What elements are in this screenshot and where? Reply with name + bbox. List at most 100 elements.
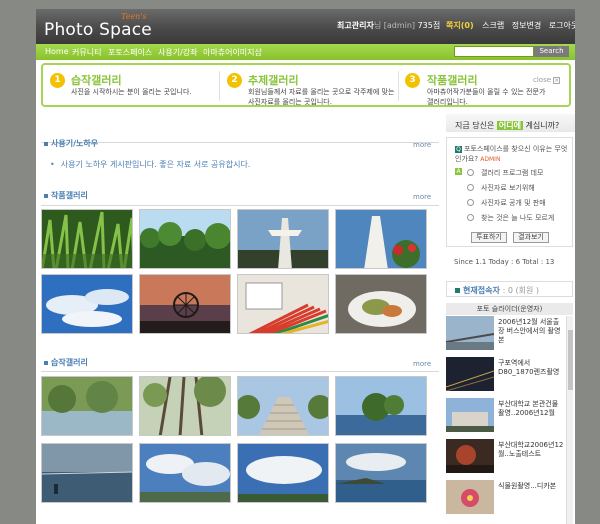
promo-number-1: 1 bbox=[50, 73, 65, 88]
photo-grass-image bbox=[42, 210, 132, 268]
photo-sea-image bbox=[42, 444, 132, 502]
note-link[interactable]: 쪽지(0) bbox=[446, 21, 474, 30]
site-logo[interactable]: Photo Space bbox=[44, 20, 152, 40]
nav-item-photospace[interactable]: 포토스페이스 bbox=[108, 47, 152, 58]
gallery2-photo-sky2[interactable] bbox=[237, 443, 329, 503]
slider-caption: 2006년12월 서울출장 버스안에서의 촬영본 bbox=[498, 318, 561, 344]
gallery2-photo-clouds[interactable] bbox=[139, 443, 231, 503]
promo-divider bbox=[398, 71, 399, 101]
user-info: 최고관리자님 [admin] 735점 bbox=[337, 20, 440, 31]
slider-caption: 부산대학교2006년12월..노출테스트 bbox=[498, 441, 564, 458]
usage-notice[interactable]: • 사용기 노하우 게시판입니다. 좋은 자료 서로 공유합시다. bbox=[50, 159, 250, 170]
promo-number-3: 3 bbox=[405, 73, 420, 88]
question-suffix: 계십니까? bbox=[525, 121, 560, 130]
gallery2-photo-island[interactable] bbox=[335, 376, 427, 436]
user-suffix: 님 [admin] bbox=[373, 21, 416, 30]
photo-river-image bbox=[42, 377, 132, 435]
gallery1-photo-tower2[interactable] bbox=[335, 209, 427, 269]
user-points: 735점 bbox=[417, 21, 441, 30]
vote-button[interactable]: 투표하기 bbox=[471, 232, 507, 243]
photo-sky2-image bbox=[238, 444, 328, 502]
question-highlight[interactable]: 어디에 bbox=[496, 121, 523, 130]
slider-image bbox=[446, 316, 494, 350]
user-name: 최고관리자 bbox=[337, 21, 374, 30]
search-input[interactable] bbox=[454, 46, 534, 57]
gallery1-photo-ferris[interactable] bbox=[139, 274, 231, 334]
nav-item-imageshop[interactable]: 아마츄어이미지샵 bbox=[203, 47, 262, 58]
radio-icon[interactable] bbox=[467, 214, 474, 221]
logout-link[interactable]: 로그아웃 bbox=[549, 21, 575, 30]
current-users-box: 현재접속자 : 0 (회원 ) bbox=[446, 281, 573, 297]
slider-item[interactable]: 부산대학교2006년12월..노출테스트 bbox=[446, 439, 564, 473]
nav-item-community[interactable]: 커뮤니티 bbox=[72, 47, 101, 58]
slider-image bbox=[446, 398, 494, 432]
slider-item[interactable]: 2006년12월 서울출장 버스안에서의 촬영본 bbox=[446, 316, 564, 350]
poll-option-label: 사진자료 공개 및 판매 bbox=[481, 199, 546, 207]
poll-result-button[interactable]: 결과보기 bbox=[513, 232, 549, 243]
slider-item[interactable]: 부산대학교 본관건물촬영..2006년12월 bbox=[446, 398, 564, 432]
gallery1-photo-tower[interactable] bbox=[237, 209, 329, 269]
slider-image bbox=[446, 439, 494, 473]
poll-option-3[interactable]: 사진자료 공개 및 판매 bbox=[467, 198, 546, 208]
search-button[interactable]: Search bbox=[534, 46, 569, 57]
gallery2-photo-stairs[interactable] bbox=[237, 376, 329, 436]
close-icon: × bbox=[553, 77, 561, 84]
scrap-link[interactable]: 스크랩 bbox=[482, 21, 504, 30]
promo-title-3[interactable]: 작품갤러리 bbox=[427, 72, 478, 88]
poll-option-4[interactable]: 찾는 것은 늘 나도 모르게 bbox=[467, 213, 554, 223]
section-divider bbox=[41, 371, 439, 372]
scrollbar-thumb[interactable] bbox=[568, 330, 573, 390]
usage-notice-text: 사용기 노하우 게시판입니다. 좋은 자료 서로 공유합시다. bbox=[60, 160, 251, 169]
slider-scrollbar[interactable] bbox=[566, 316, 573, 524]
gallery2-photo-sea[interactable] bbox=[41, 443, 133, 503]
poll-option-label: 갤러리 프로그램 데모 bbox=[481, 169, 544, 177]
poll-option-label: 사진자료 보기위해 bbox=[481, 184, 535, 192]
poll-option-2[interactable]: 사진자료 보기위해 bbox=[467, 183, 535, 193]
promo-title-1[interactable]: 습작갤러리 bbox=[71, 72, 122, 88]
promo-close-button[interactable]: close × bbox=[533, 76, 561, 84]
photo-food-image bbox=[336, 275, 426, 333]
slider-item[interactable]: 구포역에서 D80_1870렌즈촬영 bbox=[446, 357, 564, 391]
radio-icon[interactable] bbox=[467, 169, 474, 176]
photo-slider-list: 2006년12월 서울출장 버스안에서의 촬영본 구포역에서 D80_1870렌… bbox=[446, 316, 566, 524]
usage-section-title[interactable]: 사용기/노하우 bbox=[44, 138, 98, 149]
gallery2-photo-river[interactable] bbox=[41, 376, 133, 436]
poll-option-1[interactable]: 갤러리 프로그램 데모 bbox=[467, 168, 543, 178]
promo-desc-3: 아마츄어작가분들이 올릴 수 있는 전문가갤러리입니다. bbox=[427, 88, 546, 106]
gallery2-title[interactable]: 습작갤러리 bbox=[44, 357, 88, 368]
header: Teen's Photo Space 최고관리자님 [admin] 735점 쪽… bbox=[36, 9, 575, 44]
photo-slider-header: 포토 슬라이더(운영자) bbox=[446, 303, 573, 315]
current-users-count: : 0 (회원 ) bbox=[502, 286, 539, 295]
section-divider bbox=[41, 205, 439, 206]
photo-clouds-image bbox=[140, 444, 230, 502]
usage-more-link[interactable]: more bbox=[413, 141, 431, 149]
gallery1-more-link[interactable]: more bbox=[413, 193, 431, 201]
slider-thumb bbox=[446, 357, 494, 391]
gallery1-photo-pencils[interactable] bbox=[237, 274, 329, 334]
gallery1-photo-food[interactable] bbox=[335, 274, 427, 334]
poll-question: Q 포토스페이스를 찾으신 이유는 무엇인가요? ADMIN bbox=[455, 144, 569, 165]
nav-item-usage[interactable]: 사용기/강좌 bbox=[158, 47, 198, 58]
slider-item[interactable]: 식물원촬영...디카본 bbox=[446, 480, 564, 514]
section-divider bbox=[41, 142, 439, 143]
promo-banner: 1 습작갤러리 사진을 시작하시는 분이 올리는 곳입니다. 2 추제갤러리 회… bbox=[41, 63, 571, 107]
gallery1-photo-sky[interactable] bbox=[41, 274, 133, 334]
photo-sky-image bbox=[42, 275, 132, 333]
gallery1-photo-grass[interactable] bbox=[41, 209, 133, 269]
promo-desc-1: 사진을 시작하시는 분이 올리는 곳입니다. bbox=[71, 88, 192, 96]
promo-title-2[interactable]: 추제갤러리 bbox=[248, 72, 299, 88]
page: Teen's Photo Space 최고관리자님 [admin] 735점 쪽… bbox=[36, 9, 575, 524]
radio-icon[interactable] bbox=[467, 184, 474, 191]
radio-icon[interactable] bbox=[467, 199, 474, 206]
gallery1-photo-forest[interactable] bbox=[139, 209, 231, 269]
profile-edit-link[interactable]: 정보변경 bbox=[512, 21, 541, 30]
poll-box: Q 포토스페이스를 찾으신 이유는 무엇인가요? ADMIN A 갤러리 프로그램… bbox=[446, 137, 573, 247]
nav-item-home[interactable]: Home bbox=[45, 47, 69, 56]
question-prefix: 지금 당신은 bbox=[455, 121, 495, 130]
gallery2-more-link[interactable]: more bbox=[413, 360, 431, 368]
slider-thumb bbox=[446, 439, 494, 473]
gallery1-title[interactable]: 작품갤러리 bbox=[44, 190, 88, 201]
photo-pencils-image bbox=[238, 275, 328, 333]
gallery2-photo-trees[interactable] bbox=[139, 376, 231, 436]
gallery2-photo-coast[interactable] bbox=[335, 443, 427, 503]
